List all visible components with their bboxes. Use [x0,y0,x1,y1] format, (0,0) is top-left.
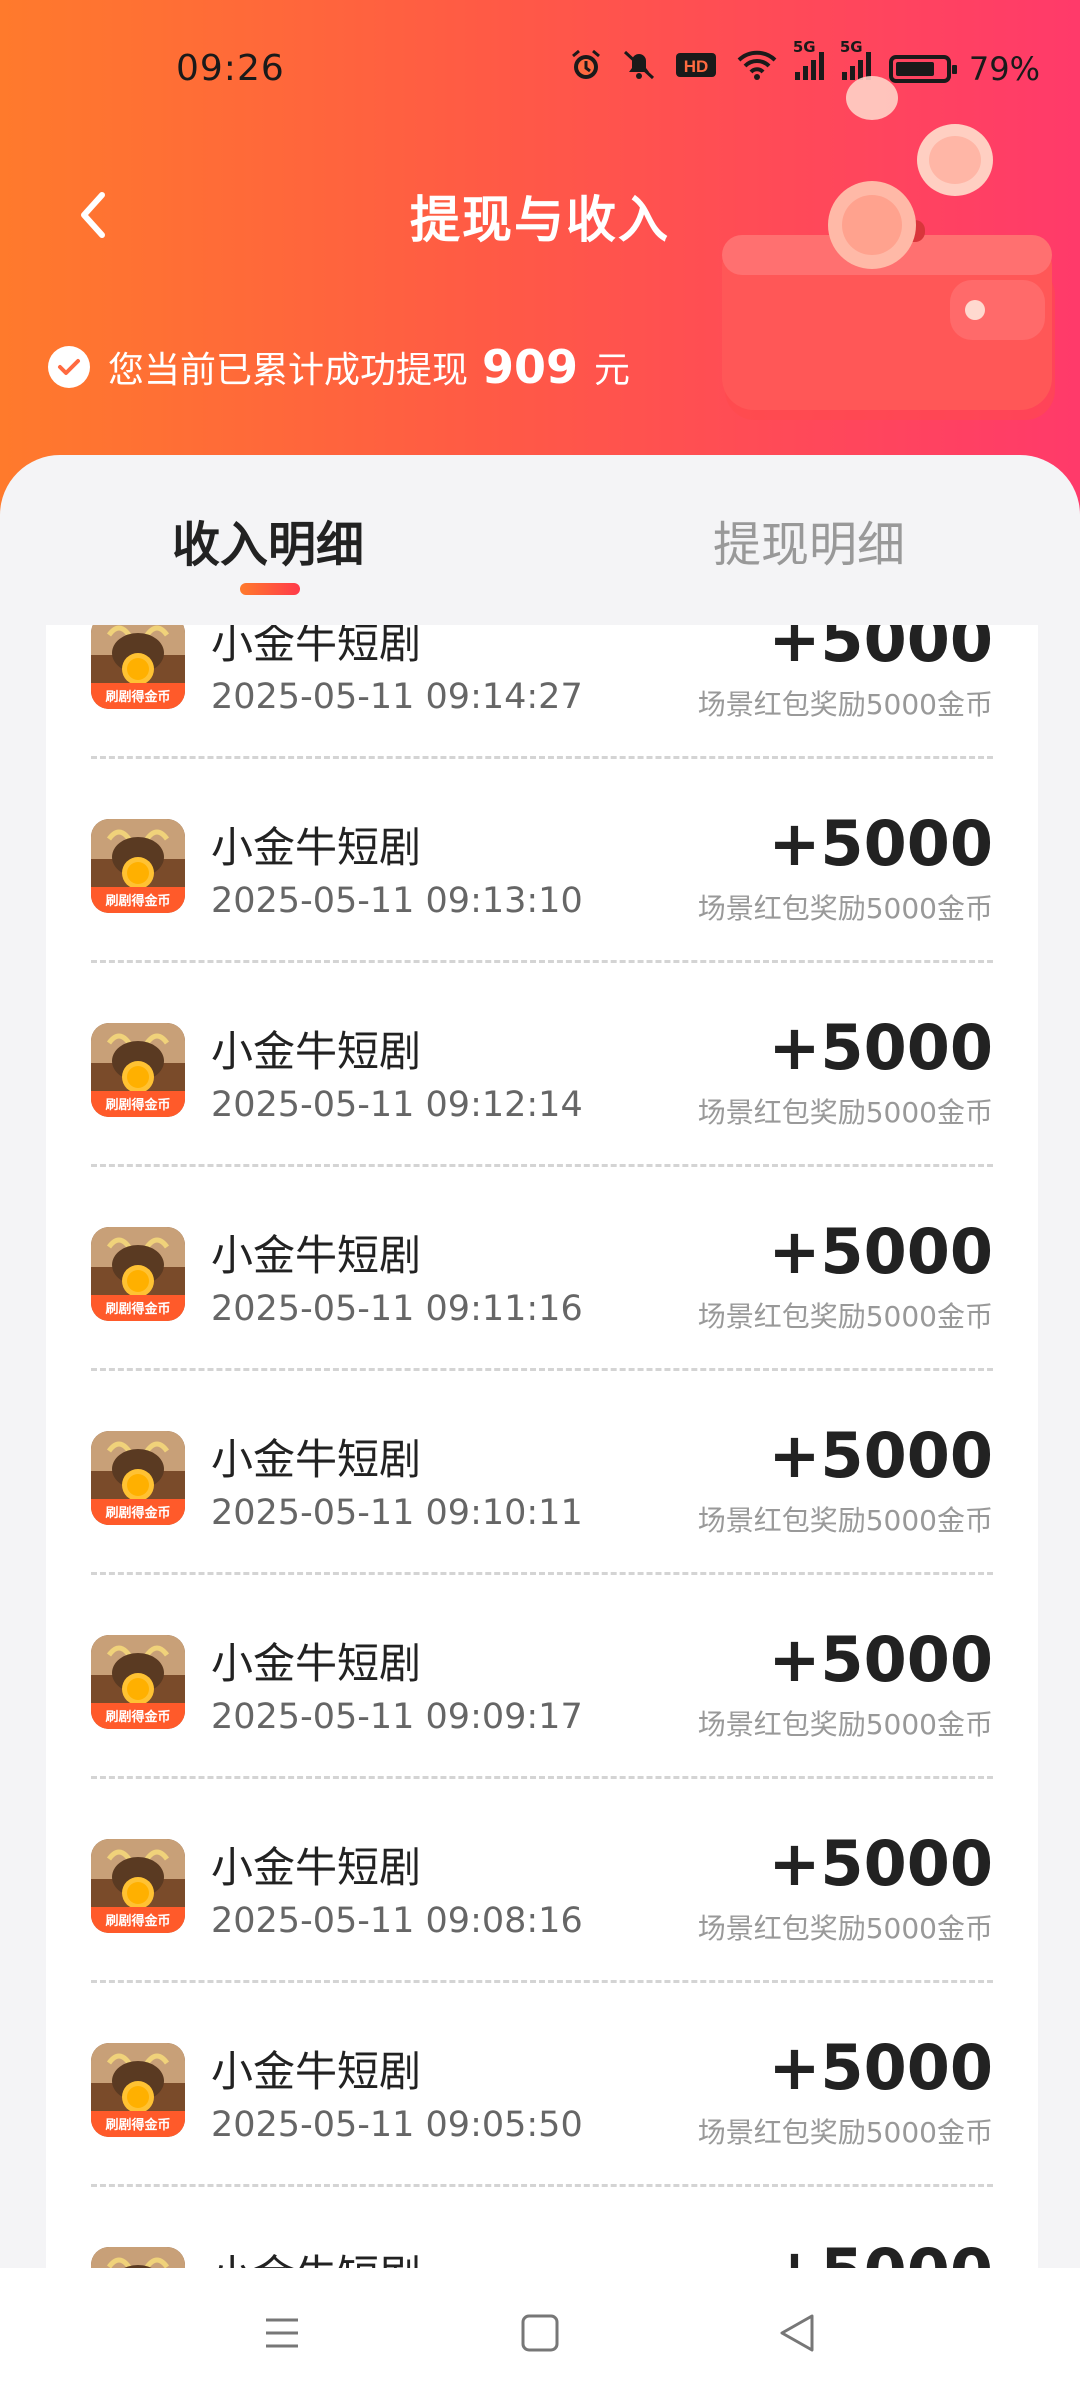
summary-text: 您当前已累计成功提现 [108,350,469,391]
record-app-name: 小金牛短剧 [211,1843,422,1892]
record-amount: +5000 [768,1827,993,1900]
list-item[interactable]: 刷剧得金币 小金牛短剧 2025-05-11 09:05:50 +5000 场景红包奖励… [46,1983,1038,2187]
record-description: 场景红包奖励5000金币 [697,1708,993,1741]
record-app-name: 小金牛短剧 [211,625,422,668]
record-amount: +5000 [768,1419,993,1492]
tab-income-detail[interactable]: 收入明细 [172,505,364,575]
app-logo-icon: 刷剧得金币 [91,819,185,913]
record-amount: +5000 [768,1623,993,1696]
record-app-name: 小金牛短剧 [211,2242,421,2270]
app-logo-icon: 刷剧得金币 [91,2247,185,2270]
record-app-name: 小金牛短剧 [211,1231,422,1280]
list-item[interactable]: 刷剧得金币 小金牛短剧 2025-05-11 09:11:16 +5000 场景红包奖励… [46,1167,1038,1371]
tab-bar: 收入明细 提现明细 [0,455,1080,625]
tab-withdraw-detail[interactable]: 提现明细 [713,505,905,575]
back-triangle-icon[interactable] [768,2308,828,2358]
record-amount: +5000 [768,1011,993,1084]
menu-icon[interactable] [252,2308,312,2358]
summary-unit: 元 [594,350,631,391]
svg-text:刷剧得金币: 刷剧得金币 [105,893,170,908]
record-description: 场景红包奖励5000金币 [697,688,993,721]
record-time: 2025-05-11 09:09:17 [211,1697,583,1737]
record-app-name: 小金牛短剧 [211,1027,422,1076]
wallet-coins-illustration [700,70,1080,440]
alarm-icon [569,48,603,90]
income-list[interactable]: 刷剧得金币 小金牛短剧 2025-05-11 09:14:27 +5000 场景红包奖励… [46,625,1038,2270]
record-description: 场景红包奖励5000金币 [697,1912,993,1945]
record-app-name: 小金牛短剧 [211,1639,422,1688]
record-app-name: 小金牛短剧 [211,2047,422,2096]
record-time: 2025-05-11 09:10:11 [211,1493,583,1533]
list-item[interactable]: 刷剧得金币 小金牛短剧 2025-05-11 09:13:10 +5000 场景红包奖励… [46,759,1038,963]
status-time: 09:26 [176,48,285,89]
app-logo-icon: 刷剧得金币 [91,625,185,709]
app-logo-icon: 刷剧得金币 [91,1635,185,1729]
record-app-name: 小金牛短剧 [211,1435,422,1484]
record-time: 2025-05-11 09:12:14 [211,1085,583,1125]
list-item[interactable]: 刷剧得金币 小金牛短剧 2025-05-11 09:09:17 +5000 场景红包奖励… [46,1575,1038,1779]
svg-text:刷剧得金币: 刷剧得金币 [105,1913,170,1928]
record-time: 2025-05-11 09:13:10 [211,881,583,921]
record-amount: +5000 [768,625,993,676]
record-amount: +5000 [768,1215,993,1288]
check-circle-icon [48,346,90,388]
record-description: 场景红包奖励5000金币 [697,1504,993,1537]
svg-text:刷剧得金币: 刷剧得金币 [105,689,170,704]
list-item[interactable]: 刷剧得金币 小金牛短剧 +5000 [46,2187,1038,2270]
list-item[interactable]: 刷剧得金币 小金牛短剧 2025-05-11 09:14:27 +5000 场景红包奖励… [46,625,1038,759]
record-time: 2025-05-11 09:11:16 [211,1289,583,1329]
list-item[interactable]: 刷剧得金币 小金牛短剧 2025-05-11 09:08:16 +5000 场景红包奖励… [46,1779,1038,1983]
record-amount: +5000 [768,2235,993,2270]
svg-text:刷剧得金币: 刷剧得金币 [105,2117,170,2132]
svg-text:刷剧得金币: 刷剧得金币 [105,1097,170,1112]
record-amount: +5000 [768,807,993,880]
record-app-name: 小金牛短剧 [211,823,422,872]
app-logo-icon: 刷剧得金币 [91,1431,185,1525]
system-navbar [0,2268,1080,2400]
record-amount: +5000 [768,2031,993,2104]
app-logo-icon: 刷剧得金币 [91,1839,185,1933]
record-time: 2025-05-11 09:14:27 [211,677,583,717]
app-logo-icon: 刷剧得金币 [91,1227,185,1321]
app-logo-icon: 刷剧得金币 [91,2043,185,2137]
list-item[interactable]: 刷剧得金币 小金牛短剧 2025-05-11 09:10:11 +5000 场景红包奖励… [46,1371,1038,1575]
tab-active-indicator [240,583,300,595]
summary-amount: 909 [482,340,579,394]
mute-icon [621,48,657,90]
svg-text:刷剧得金币: 刷剧得金币 [105,1709,170,1724]
svg-text:刷剧得金币: 刷剧得金币 [105,1301,170,1316]
records-panel: 收入明细 提现明细 刷剧得金币 小金牛短剧 2025-05-11 09:14:27 +… [0,455,1080,2400]
record-time: 2025-05-11 09:05:50 [211,2105,583,2145]
withdraw-summary: 您当前已累计成功提现 909 元 [48,340,630,394]
record-description: 场景红包奖励5000金币 [697,2116,993,2149]
record-description: 场景红包奖励5000金币 [697,1096,993,1129]
home-square-icon[interactable] [510,2308,570,2358]
app-logo-icon: 刷剧得金币 [91,1023,185,1117]
record-description: 场景红包奖励5000金币 [697,892,993,925]
record-description: 场景红包奖励5000金币 [697,1300,993,1333]
svg-text:刷剧得金币: 刷剧得金币 [105,1505,170,1520]
record-time: 2025-05-11 09:08:16 [211,1901,583,1941]
list-item[interactable]: 刷剧得金币 小金牛短剧 2025-05-11 09:12:14 +5000 场景红包奖励… [46,963,1038,1167]
